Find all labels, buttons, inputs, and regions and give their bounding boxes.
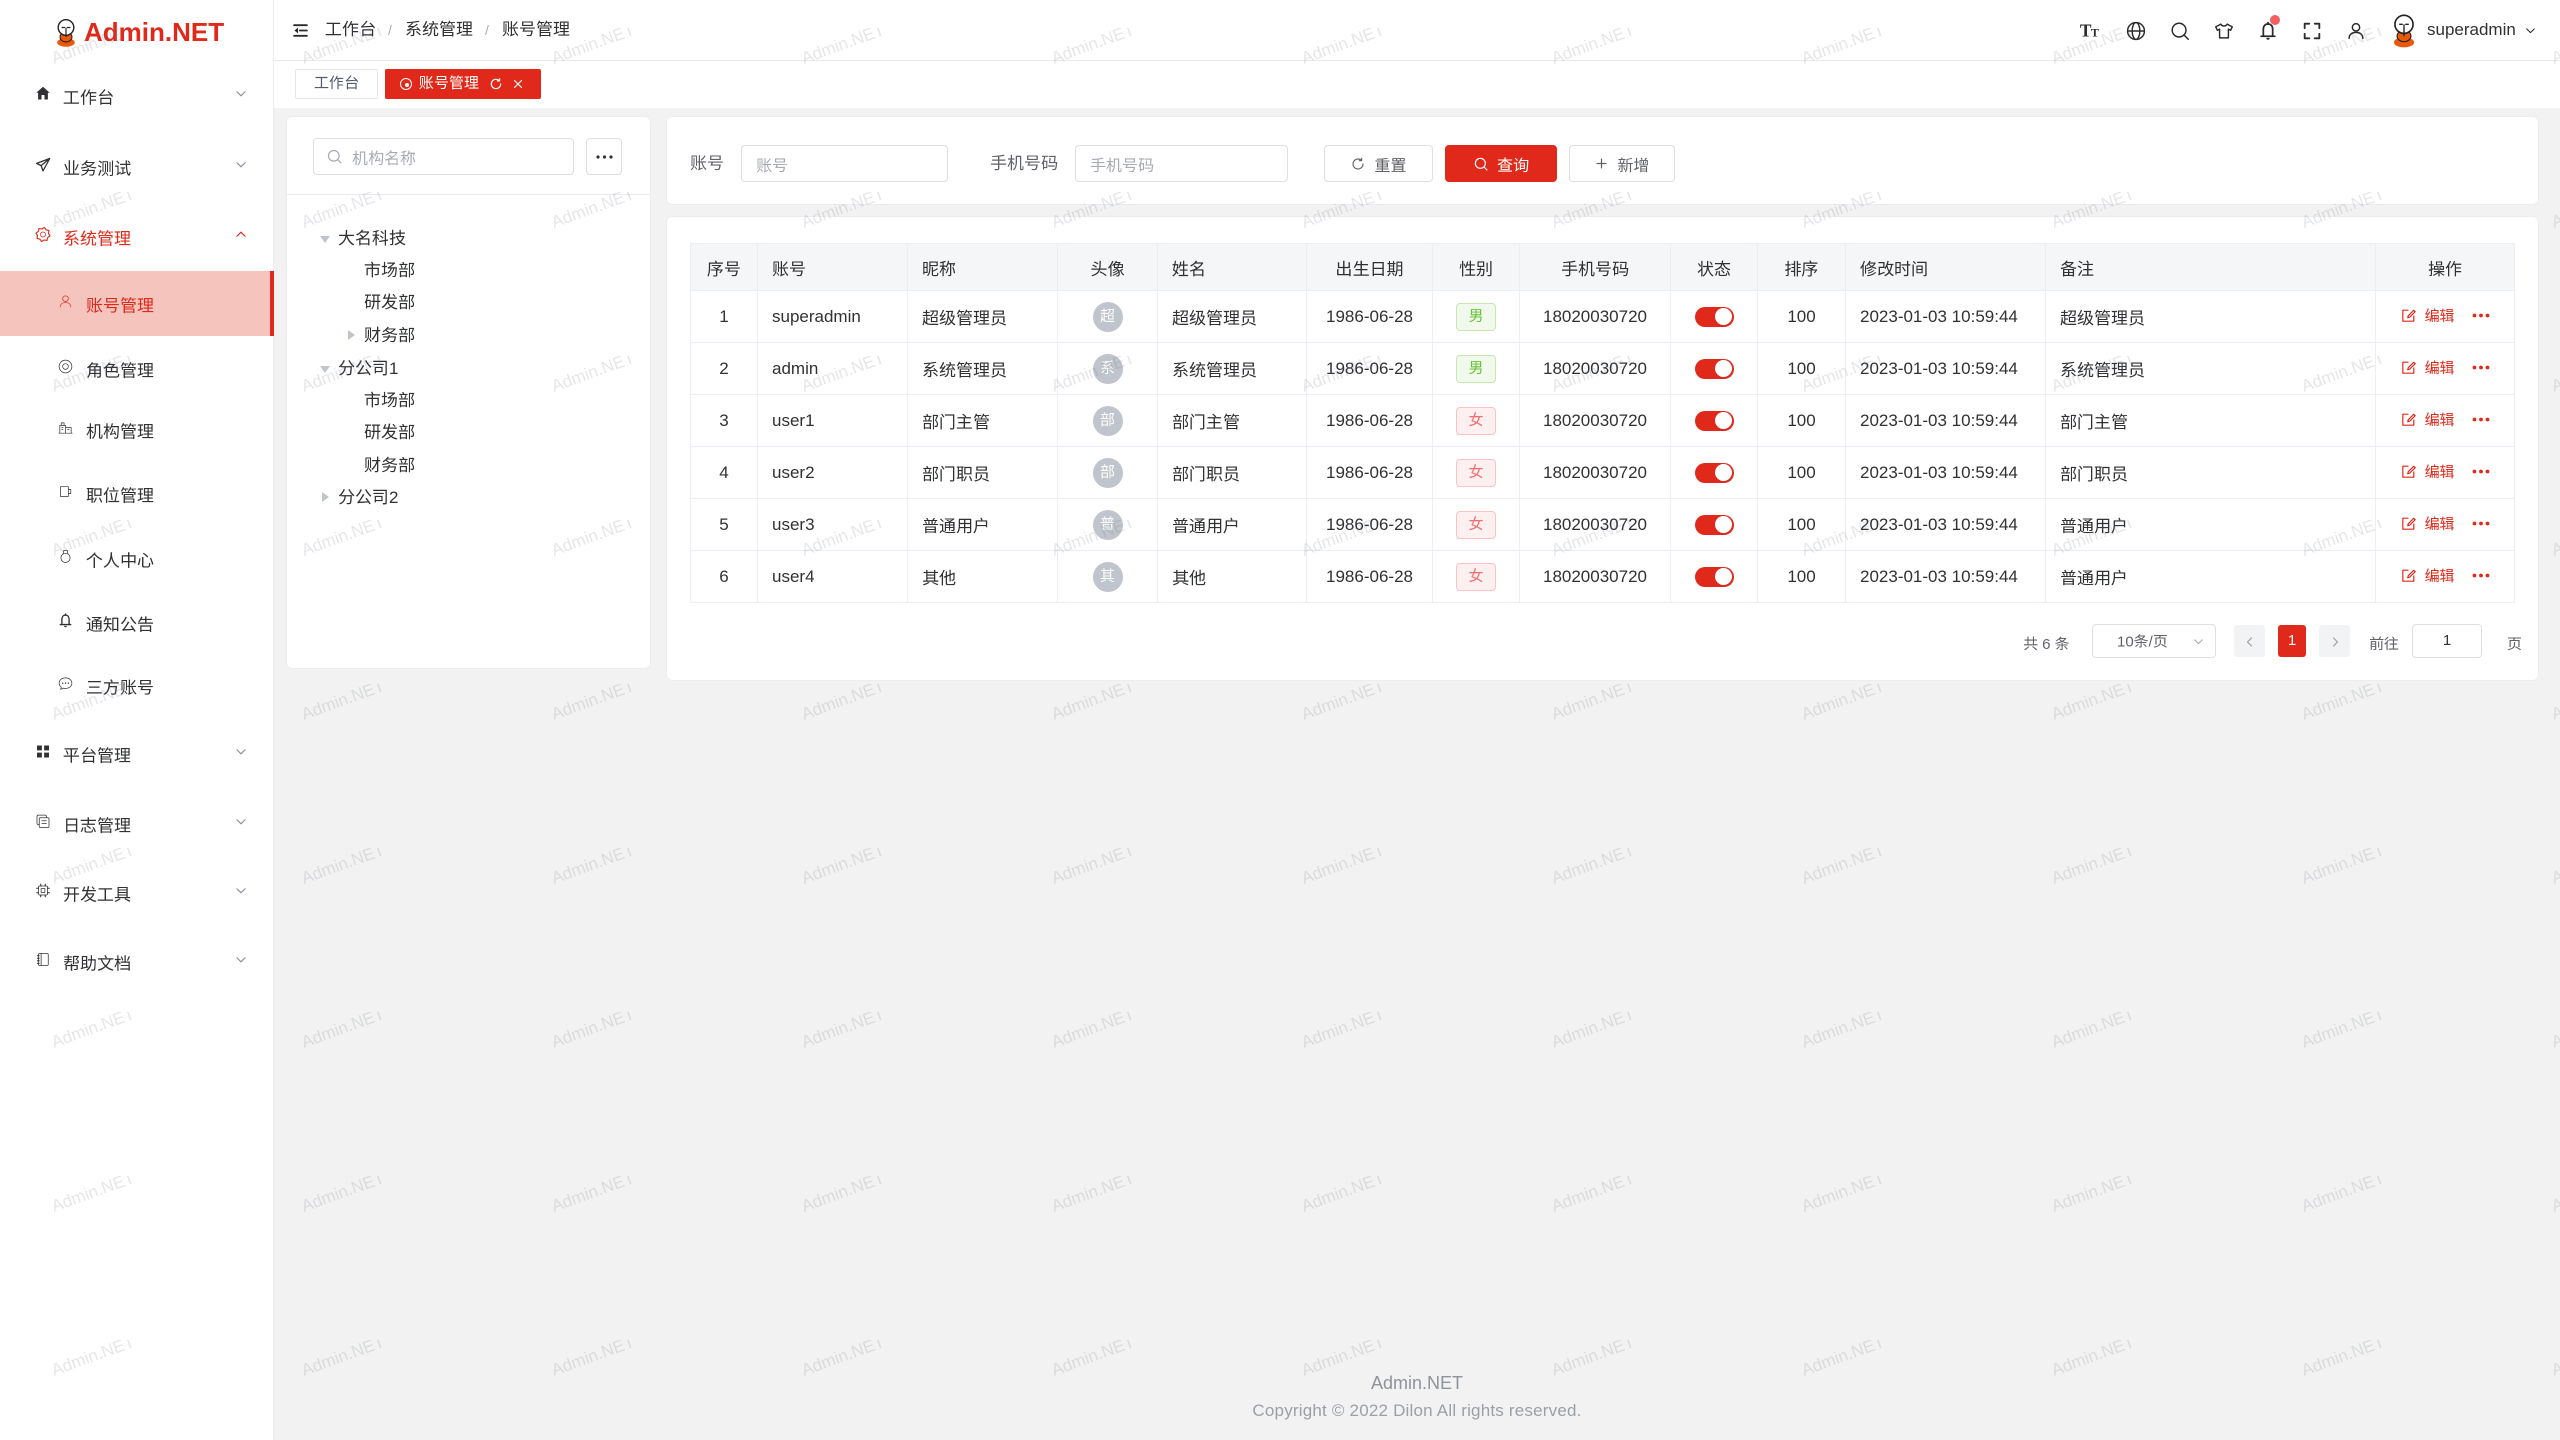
svg-text:T: T (2091, 26, 2099, 40)
